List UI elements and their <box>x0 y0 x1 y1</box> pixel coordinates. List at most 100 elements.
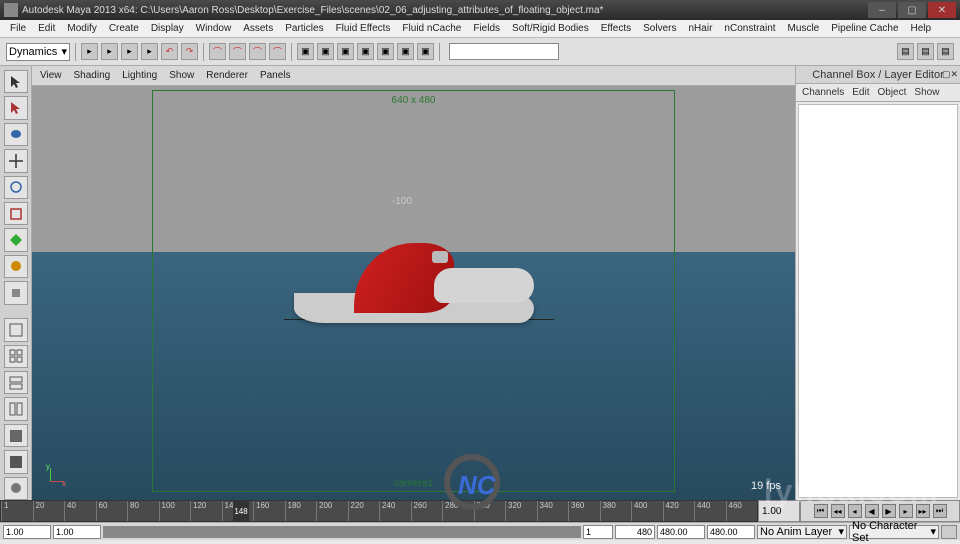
range-start-out[interactable]: 1.00 <box>3 525 51 539</box>
menu-muscle[interactable]: Muscle <box>782 23 826 34</box>
menu-display[interactable]: Display <box>145 23 190 34</box>
panel-view[interactable]: View <box>40 70 62 81</box>
shelf-tool[interactable]: ▣ <box>357 43 374 60</box>
maximize-button[interactable]: ▢ <box>898 2 926 18</box>
shelf-tool[interactable]: ↶ <box>161 43 178 60</box>
panel-renderer[interactable]: Renderer <box>206 70 248 81</box>
command-input[interactable] <box>449 43 559 60</box>
main-area: View Shading Lighting Show Renderer Pane… <box>0 66 960 500</box>
menu-assets[interactable]: Assets <box>237 23 279 34</box>
shelf-tool[interactable]: ▣ <box>397 43 414 60</box>
menu-fluid-ncache[interactable]: Fluid nCache <box>396 23 467 34</box>
step-back-button[interactable]: ◂◂ <box>831 504 845 518</box>
menu-create[interactable]: Create <box>103 23 145 34</box>
range-start-in[interactable]: 1.00 <box>53 525 101 539</box>
layout-two-h[interactable] <box>4 371 28 394</box>
panel-shading[interactable]: Shading <box>74 70 111 81</box>
layout-misc[interactable] <box>4 477 28 500</box>
universal-manip-tool[interactable] <box>4 228 28 251</box>
menu-window[interactable]: Window <box>190 23 238 34</box>
last-tool[interactable] <box>4 281 28 304</box>
rotate-tool[interactable] <box>4 176 28 199</box>
range-cur[interactable]: 1 <box>583 525 613 539</box>
paint-select-tool[interactable] <box>4 123 28 146</box>
tab-edit[interactable]: Edit <box>852 87 869 98</box>
module-selector[interactable]: Dynamics ▾ <box>6 43 70 61</box>
menu-solvers[interactable]: Solvers <box>637 23 682 34</box>
shelf-tool[interactable]: ▸ <box>141 43 158 60</box>
forward-end-button[interactable]: ⏭ <box>933 504 947 518</box>
shelf-tool[interactable]: ⌒ <box>249 43 266 60</box>
autokey-button[interactable] <box>941 525 957 539</box>
shelf-tool[interactable]: ▣ <box>377 43 394 60</box>
timeline-tick: 120 <box>190 501 206 521</box>
layout-misc[interactable] <box>4 424 28 447</box>
current-frame-marker[interactable]: 148 <box>233 501 249 521</box>
scale-tool[interactable] <box>4 202 28 225</box>
tab-show[interactable]: Show <box>914 87 939 98</box>
rewind-start-button[interactable]: ⏮ <box>814 504 828 518</box>
panel-panels[interactable]: Panels <box>260 70 291 81</box>
shelf-right-tool[interactable]: ▤ <box>937 43 954 60</box>
select-tool[interactable] <box>4 70 28 93</box>
shelf-tool[interactable]: ⌒ <box>229 43 246 60</box>
layout-misc[interactable] <box>4 450 28 473</box>
shelf-tool[interactable]: ▣ <box>417 43 434 60</box>
menu-help[interactable]: Help <box>905 23 938 34</box>
shelf-tool[interactable]: ▣ <box>297 43 314 60</box>
range-end-out2[interactable]: 480.00 <box>707 525 755 539</box>
range-end-out[interactable]: 480.00 <box>657 525 705 539</box>
step-fwd-button[interactable]: ▸▸ <box>916 504 930 518</box>
next-key-button[interactable]: ▸ <box>899 504 913 518</box>
shelf-tool[interactable]: ↷ <box>181 43 198 60</box>
shelf-tool[interactable]: ⌒ <box>209 43 226 60</box>
move-tool[interactable] <box>4 149 28 172</box>
menu-effects[interactable]: Effects <box>595 23 637 34</box>
channel-box-tabs: Channels Edit Object Show <box>796 84 960 102</box>
menu-soft-rigid[interactable]: Soft/Rigid Bodies <box>506 23 595 34</box>
toolbox <box>0 66 32 500</box>
soft-select-tool[interactable] <box>4 255 28 278</box>
shelf-tool[interactable]: ▸ <box>81 43 98 60</box>
minimize-button[interactable]: – <box>868 2 896 18</box>
play-back-button[interactable]: ◀ <box>865 504 879 518</box>
panel-lighting[interactable]: Lighting <box>122 70 157 81</box>
shelf-tool[interactable]: ▸ <box>121 43 138 60</box>
menu-nhair[interactable]: nHair <box>683 23 719 34</box>
panel-show[interactable]: Show <box>169 70 194 81</box>
close-button[interactable]: ✕ <box>928 2 956 18</box>
layout-single[interactable] <box>4 318 28 341</box>
anim-layer-dropdown[interactable]: No Anim Layer▾ <box>757 525 847 539</box>
range-slider[interactable] <box>103 526 581 538</box>
shelf-right-tool[interactable]: ▤ <box>917 43 934 60</box>
3d-viewport[interactable]: 640 x 480 camera1 -100 19 fps y x <box>32 86 795 500</box>
character-set-dropdown[interactable]: No Character Set▾ <box>849 525 939 539</box>
tab-channels[interactable]: Channels <box>802 87 844 98</box>
menu-pipeline-cache[interactable]: Pipeline Cache <box>825 23 904 34</box>
timeline-tick: 380 <box>600 501 616 521</box>
tab-object[interactable]: Object <box>878 87 907 98</box>
shelf-tool[interactable]: ⌒ <box>269 43 286 60</box>
layout-two-v[interactable] <box>4 397 28 420</box>
current-frame-field[interactable]: 1.00 <box>758 500 800 522</box>
menu-file[interactable]: File <box>4 23 32 34</box>
layout-four[interactable] <box>4 345 28 368</box>
menu-modify[interactable]: Modify <box>61 23 102 34</box>
play-forward-button[interactable]: ▶ <box>882 504 896 518</box>
shelf-tool[interactable]: ▣ <box>337 43 354 60</box>
shelf-tool[interactable]: ▸ <box>101 43 118 60</box>
menu-particles[interactable]: Particles <box>279 23 329 34</box>
menu-fields[interactable]: Fields <box>467 23 506 34</box>
time-slider[interactable]: 1204060801001201401601802002202402602803… <box>0 500 758 522</box>
menu-edit[interactable]: Edit <box>32 23 61 34</box>
prev-key-button[interactable]: ◂ <box>848 504 862 518</box>
menu-fluid-effects[interactable]: Fluid Effects <box>330 23 397 34</box>
range-end-in[interactable]: 480 <box>615 525 655 539</box>
resolution-label: 640 x 480 <box>392 95 436 106</box>
shelf-right-tool[interactable]: ▤ <box>897 43 914 60</box>
shelf-tool[interactable]: ▣ <box>317 43 334 60</box>
timeline-tick: 160 <box>253 501 269 521</box>
menu-nconstraint[interactable]: nConstraint <box>718 23 781 34</box>
lasso-tool[interactable] <box>4 96 28 119</box>
close-panel-icon[interactable]: ▢✕ <box>942 69 958 80</box>
